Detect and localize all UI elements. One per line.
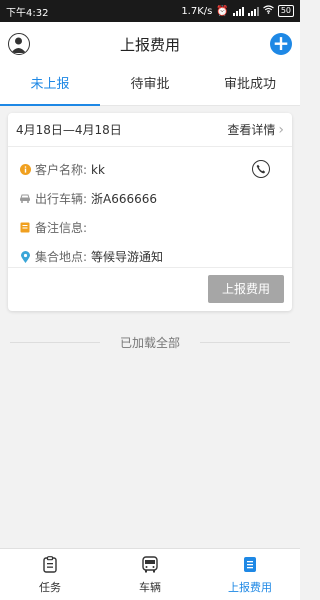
list-end-text: 已加载全部	[0, 334, 300, 351]
vehicle-label: 出行车辆:	[35, 192, 88, 206]
card-header: 4月18日—4月18日 查看详情 ›	[8, 113, 292, 147]
chevron-right-icon: ›	[278, 121, 284, 138]
card-footer: 上报费用	[8, 267, 292, 311]
status-indicators: 1.7K/s ⏰ 50	[181, 5, 294, 17]
status-time: 下午4:32	[6, 7, 49, 19]
vehicle-row: 出行车辆: 浙A666666	[8, 184, 292, 213]
meeting-point-value: 等候导游通知	[91, 250, 164, 264]
app-header: 上报费用 +	[0, 22, 300, 66]
signal-icon	[232, 6, 244, 16]
avatar[interactable]	[8, 33, 30, 55]
add-button[interactable]: +	[270, 33, 292, 55]
tab-approved[interactable]: 审批成功	[200, 66, 300, 105]
view-details-label: 查看详情	[227, 123, 276, 137]
card-body: 客户名称: kk 出行车辆: 浙A666666 备注信息: 集合地点: 等候导游…	[8, 147, 292, 271]
nav-report-expense-label: 上报费用	[228, 580, 272, 594]
customer-value: kk	[91, 162, 105, 177]
nav-tasks[interactable]: 任务	[0, 549, 100, 600]
status-bar: 下午4:32 1.7K/s ⏰ 50	[0, 0, 300, 22]
report-expense-button[interactable]: 上报费用	[208, 275, 284, 303]
nav-vehicles-label: 车辆	[139, 580, 161, 594]
bus-icon	[140, 555, 160, 575]
tab-pending-approval[interactable]: 待审批	[100, 66, 200, 105]
vehicle-value: 浙A666666	[91, 192, 158, 206]
plus-icon: +	[272, 31, 290, 55]
clipboard-icon	[40, 555, 60, 575]
date-range: 4月18日—4月18日	[16, 123, 122, 137]
receipt-icon	[240, 555, 260, 575]
nav-tasks-label: 任务	[39, 580, 61, 594]
nav-report-expense[interactable]: 上报费用	[200, 549, 300, 600]
bottom-nav: 任务 车辆 上报费用	[0, 548, 300, 600]
nav-vehicles[interactable]: 车辆	[100, 549, 200, 600]
signal-icon	[247, 6, 259, 16]
page-title: 上报费用	[119, 35, 180, 54]
tab-bar: 未上报 待审批 审批成功	[0, 66, 300, 106]
trip-card: 4月18日—4月18日 查看详情 › 客户名称: kk 出行车辆: 浙A6666…	[8, 113, 292, 311]
customer-row: 客户名称: kk	[8, 155, 292, 184]
remarks-row: 备注信息:	[8, 213, 292, 242]
wifi-icon	[262, 5, 274, 17]
car-icon	[18, 192, 32, 206]
view-details-link[interactable]: 查看详情 ›	[227, 121, 284, 138]
meeting-point-label: 集合地点:	[35, 250, 88, 264]
bookmark-icon	[18, 221, 32, 235]
phone-call-button[interactable]	[252, 160, 270, 178]
location-pin-icon	[18, 250, 32, 264]
network-speed: 1.7K/s	[181, 5, 213, 17]
battery-icon: 50	[277, 5, 294, 17]
tab-unreported[interactable]: 未上报	[0, 66, 100, 106]
phone-icon	[256, 164, 266, 174]
remarks-label: 备注信息:	[35, 221, 88, 235]
customer-label: 客户名称:	[35, 163, 88, 177]
alarm-icon: ⏰	[216, 5, 229, 17]
info-icon	[18, 163, 32, 177]
